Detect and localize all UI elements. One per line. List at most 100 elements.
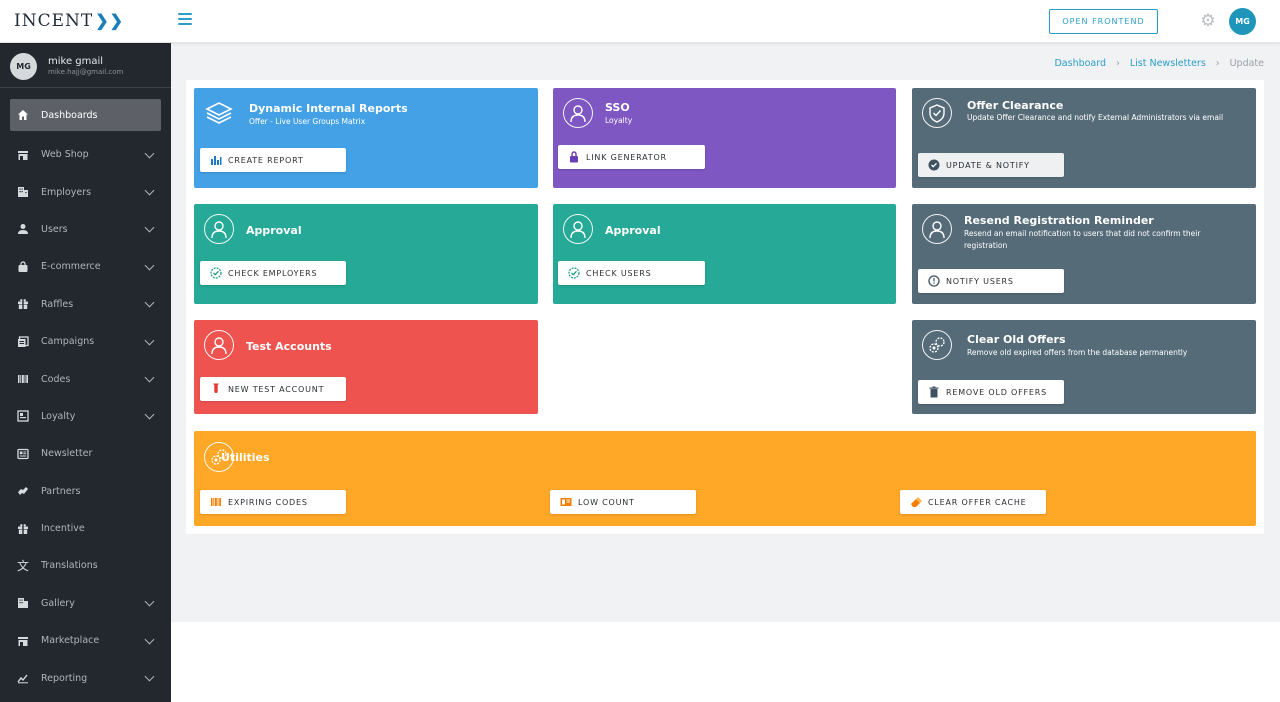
breadcrumb-list-newsletters[interactable]: List Newsletters	[1130, 58, 1206, 69]
breadcrumb: Dashboard › List Newsletters › Update	[1054, 58, 1264, 69]
person-icon	[16, 222, 30, 236]
person-icon	[563, 214, 593, 244]
approval-employers-card: Approval CHECK EMPLOYERS	[194, 204, 538, 304]
sidebar-item-users[interactable]: Users	[0, 211, 171, 248]
sidebar-item-label: Dashboards	[41, 109, 98, 121]
sidebar-item-e-commerce[interactable]: E-commerce	[0, 248, 171, 285]
remove-old-offers-button[interactable]: REMOVE OLD OFFERS	[918, 380, 1064, 404]
loyalty-icon	[16, 409, 30, 423]
button-label: CLEAR OFFER CACHE	[928, 497, 1027, 507]
sidebar-item-label: Incentive	[41, 523, 85, 535]
offer-clearance-card: Offer Clearance Update Offer Clearance a…	[912, 88, 1256, 188]
gear-icon[interactable]: ⚙	[1199, 12, 1217, 30]
chevron-down-icon	[144, 185, 155, 196]
sidebar-item-web-shop[interactable]: Web Shop	[0, 136, 171, 173]
card-title: Clear Old Offers	[967, 333, 1066, 346]
breadcrumb-dashboard[interactable]: Dashboard	[1054, 58, 1106, 69]
test-accounts-card: Test Accounts NEW TEST ACCOUNT	[194, 320, 538, 414]
sidebar-user[interactable]: MG mike gmail mike.hajj@gmail.com	[0, 43, 171, 88]
card-title: Approval	[605, 224, 661, 237]
card-title: Resend Registration Reminder	[964, 214, 1154, 227]
menu-toggle-icon[interactable]	[178, 13, 192, 25]
sidebar-item-label: Loyalty	[41, 410, 76, 422]
user-name: mike gmail	[48, 56, 104, 67]
utilities-card: Utilities EXPIRING CODES LOW COUNT CLEAR…	[194, 431, 1256, 526]
sidebar: MG mike gmail mike.hajj@gmail.com Dashbo…	[0, 43, 171, 702]
avatar: MG	[10, 53, 37, 80]
expiring-codes-button[interactable]: EXPIRING CODES	[200, 490, 346, 514]
person-icon	[563, 98, 593, 128]
sidebar-item-dashboards[interactable]: Dashboards	[10, 99, 161, 131]
card-title: Approval	[246, 224, 302, 237]
card-title: Offer Clearance	[967, 99, 1064, 112]
sidebar-item-codes[interactable]: Codes	[0, 360, 171, 397]
trash-icon	[928, 386, 940, 398]
app-logo[interactable]: INCENT ❯❯	[14, 11, 124, 31]
building-icon	[16, 185, 30, 199]
resend-reminder-card: Resend Registration Reminder Resend an e…	[912, 204, 1256, 304]
handshake-icon	[16, 484, 30, 498]
low-count-button[interactable]: LOW COUNT	[550, 490, 696, 514]
card-subtitle: Update Offer Clearance and notify Extern…	[967, 113, 1224, 122]
link-generator-button[interactable]: LINK GENERATOR	[558, 145, 705, 169]
verified-icon	[928, 159, 940, 171]
breadcrumb-current: Update	[1229, 58, 1264, 69]
new-test-account-button[interactable]: NEW TEST ACCOUNT	[200, 377, 346, 401]
check-employers-button[interactable]: CHECK EMPLOYERS	[200, 261, 346, 285]
sidebar-item-newsletter[interactable]: Newsletter	[0, 435, 171, 472]
barcode-icon	[210, 496, 222, 508]
sidebar-item-incentive[interactable]: Incentive	[0, 510, 171, 547]
sidebar-item-label: Translations	[41, 560, 98, 572]
shopping-bag-icon	[16, 260, 30, 274]
sidebar-item-label: Gallery	[41, 597, 75, 609]
gears-icon	[922, 330, 952, 360]
card-subtitle: Resend an email notification to users th…	[964, 229, 1201, 250]
card-title: Test Accounts	[246, 340, 332, 353]
chevron-down-icon	[144, 596, 155, 607]
chevron-down-icon	[144, 223, 155, 233]
breadcrumb-separator: ›	[1215, 58, 1220, 69]
shield-check-icon	[922, 98, 952, 128]
button-label: NOTIFY USERS	[946, 276, 1014, 286]
sidebar-item-employers[interactable]: Employers	[0, 173, 171, 210]
open-frontend-button[interactable]: OPEN FRONTEND	[1049, 9, 1158, 34]
create-report-button[interactable]: CREATE REPORT	[200, 148, 346, 172]
sso-card: SSO Loyalty LINK GENERATOR	[553, 88, 896, 188]
campaign-icon	[16, 335, 30, 349]
button-label: EXPIRING CODES	[228, 497, 308, 507]
barcode-icon	[16, 372, 30, 386]
chevron-down-icon	[144, 148, 155, 159]
check-circle-icon	[568, 267, 580, 279]
card-title: Dynamic Internal Reports	[249, 102, 408, 115]
sidebar-item-label: Employers	[41, 186, 92, 198]
sidebar-item-label: Partners	[41, 485, 81, 497]
bar-chart-icon	[210, 154, 222, 166]
clear-offer-cache-button[interactable]: CLEAR OFFER CACHE	[900, 490, 1046, 514]
user-avatar[interactable]: MG	[1229, 8, 1256, 35]
sidebar-item-raffles[interactable]: Raffles	[0, 286, 171, 323]
counter-icon	[560, 496, 572, 508]
clear-old-offers-card: Clear Old Offers Remove old expired offe…	[912, 320, 1256, 414]
sidebar-item-label: Newsletter	[41, 448, 93, 460]
sidebar-nav: Dashboards Web Shop Employers Users E-co…	[0, 88, 171, 697]
card-title: Utilities	[221, 451, 270, 464]
sidebar-item-label: E-commerce	[41, 261, 101, 273]
button-label: CHECK USERS	[586, 268, 652, 278]
sidebar-item-gallery[interactable]: Gallery	[0, 585, 171, 622]
button-label: CHECK EMPLOYERS	[228, 268, 318, 278]
chevron-down-icon	[144, 671, 155, 682]
eraser-icon	[910, 496, 922, 508]
sidebar-item-marketplace[interactable]: Marketplace	[0, 622, 171, 659]
update-notify-button[interactable]: UPDATE & NOTIFY	[918, 153, 1064, 177]
notify-users-button[interactable]: NOTIFY USERS	[918, 269, 1064, 293]
sidebar-item-campaigns[interactable]: Campaigns	[0, 323, 171, 360]
sidebar-item-loyalty[interactable]: Loyalty	[0, 398, 171, 435]
person-icon	[204, 214, 234, 244]
card-title: SSO	[605, 101, 630, 114]
sidebar-item-label: Codes	[41, 373, 71, 385]
check-users-button[interactable]: CHECK USERS	[558, 261, 705, 285]
sidebar-item-reporting[interactable]: Reporting	[0, 659, 171, 696]
sidebar-item-translations[interactable]: 文 Translations	[0, 547, 171, 584]
sidebar-item-partners[interactable]: Partners	[0, 473, 171, 510]
alert-clock-icon	[928, 275, 940, 287]
